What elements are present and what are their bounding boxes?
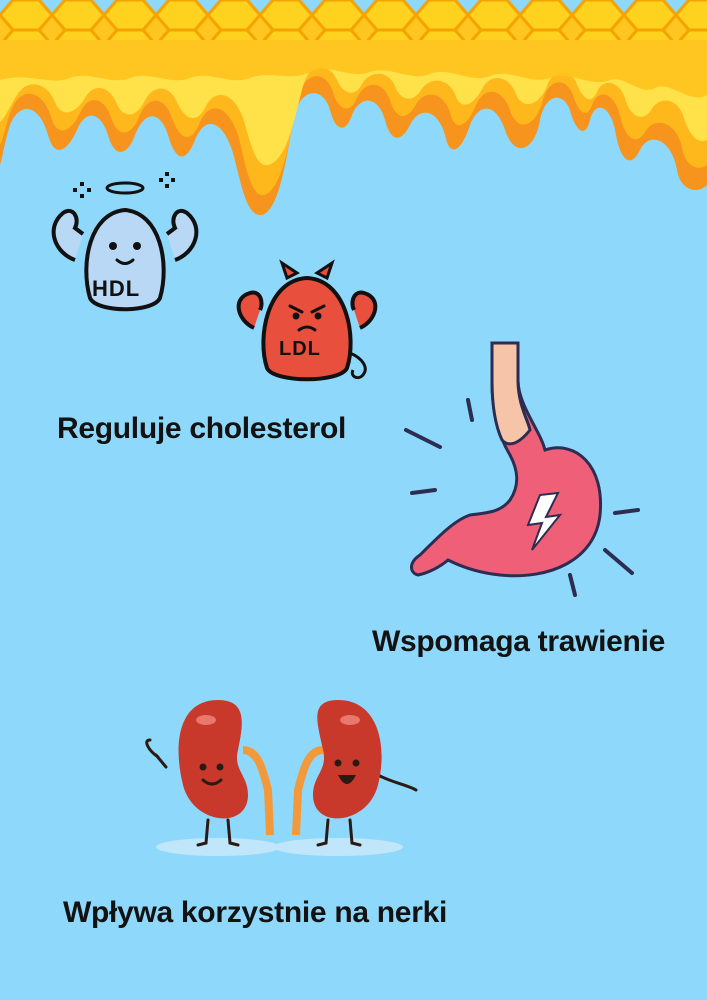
caption-beneficial-for-kidneys: Wpływa korzystnie na nerki bbox=[63, 896, 447, 929]
caption-regulates-cholesterol: Reguluje cholesterol bbox=[57, 412, 347, 445]
ldl-label: LDL bbox=[279, 338, 321, 360]
caption-aids-digestion: Wspomaga trawienie bbox=[372, 625, 666, 658]
ldl-character-illustration bbox=[236, 259, 378, 382]
hdl-label: HDL bbox=[92, 276, 141, 301]
infographic-page: HDL LDL Reguluje cholesterol Wspomaga tr… bbox=[0, 0, 707, 1000]
kidneys-illustration bbox=[145, 700, 418, 856]
stomach-illustration bbox=[404, 341, 640, 597]
